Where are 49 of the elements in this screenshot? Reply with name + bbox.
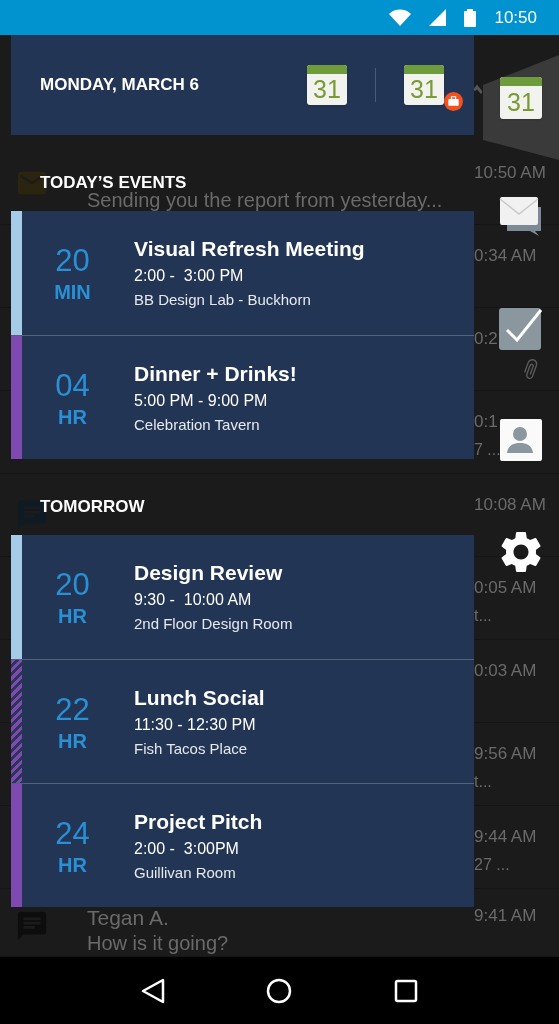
message-preview: 27 ... — [474, 855, 510, 875]
countdown-number: 20 — [55, 566, 90, 604]
countdown-unit: HR — [58, 728, 87, 753]
event-title: Lunch Social — [134, 685, 265, 711]
message-time: 10:08 AM — [474, 494, 546, 516]
countdown-number: 20 — [55, 242, 90, 280]
event-card[interactable]: 22 HR Lunch Social 11:30 - 12:30 PM Fish Tacos Place — [11, 659, 474, 783]
message-preview: t... — [474, 772, 492, 792]
sender-name: Tegan A. — [87, 905, 170, 931]
countdown-unit: HR — [58, 604, 87, 628]
event-location: Fish Tacos Place — [134, 739, 249, 759]
message-time: 0:34 AM — [474, 245, 537, 267]
event-title: Project Pitch — [134, 809, 263, 835]
event-location: 2nd Floor Design Room — [134, 614, 293, 634]
event-location: Celebration Tavern — [134, 415, 261, 435]
countdown-unit: MIN — [54, 280, 91, 304]
event-location: BB Design Lab - Buckhorn — [134, 290, 312, 310]
event-time: 9:30 - 10:00 AM — [134, 590, 253, 610]
countdown-unit: HR — [58, 404, 87, 429]
event-title: Dinner + Drinks! — [134, 361, 297, 387]
event-title: Visual Refresh Meeting — [134, 236, 365, 262]
clock: 10:50 — [494, 6, 537, 29]
section-title: TOMORROW — [40, 496, 145, 519]
message-time: 0:05 AM — [474, 577, 537, 599]
message-time: 9:44 AM — [474, 826, 537, 848]
event-time: 5:00 PM - 9:00 PM — [134, 391, 269, 411]
message-time: 9:41 AM — [474, 905, 537, 927]
message-preview: 7 ... — [474, 440, 501, 460]
countdown-number: 24 — [55, 814, 90, 853]
message-preview: How is it going? — [87, 931, 230, 955]
message-time: 0:1 — [474, 411, 498, 433]
event-card[interactable]: 04 HR Dinner + Drinks! 5:00 PM - 9:00 PM Celebration Tavern — [11, 335, 474, 459]
date-title: MONDAY, MARCH 6 — [40, 74, 200, 97]
event-title: Design Review — [134, 560, 284, 586]
message-preview: t... — [474, 606, 492, 626]
countdown-number: 04 — [55, 366, 90, 405]
event-time: 2:00 - 3:00 PM — [134, 266, 245, 286]
event-time: 2:00 - 3:00PM — [134, 839, 240, 859]
message-time: 0:03 AM — [474, 660, 537, 682]
message-time: 9:56 AM — [474, 743, 537, 765]
countdown-number: 22 — [55, 690, 90, 729]
event-time: 11:30 - 12:30 PM — [134, 715, 257, 735]
countdown-unit: HR — [58, 852, 87, 877]
event-card[interactable]: 20 HR Design Review 9:30 - 10:00 AM 2nd Floor Design Room — [11, 535, 474, 659]
event-location: Guillivan Room — [134, 863, 237, 883]
message-time: 0:2 — [474, 328, 498, 350]
message-time: 10:50 AM — [474, 162, 546, 184]
event-card[interactable]: 24 HR Project Pitch 2:00 - 3:00PM Guillivan Room — [11, 783, 474, 907]
event-card[interactable]: 20 MIN Visual Refresh Meeting 2:00 - 3:00 PM BB Design Lab - Buckhorn — [11, 211, 474, 335]
